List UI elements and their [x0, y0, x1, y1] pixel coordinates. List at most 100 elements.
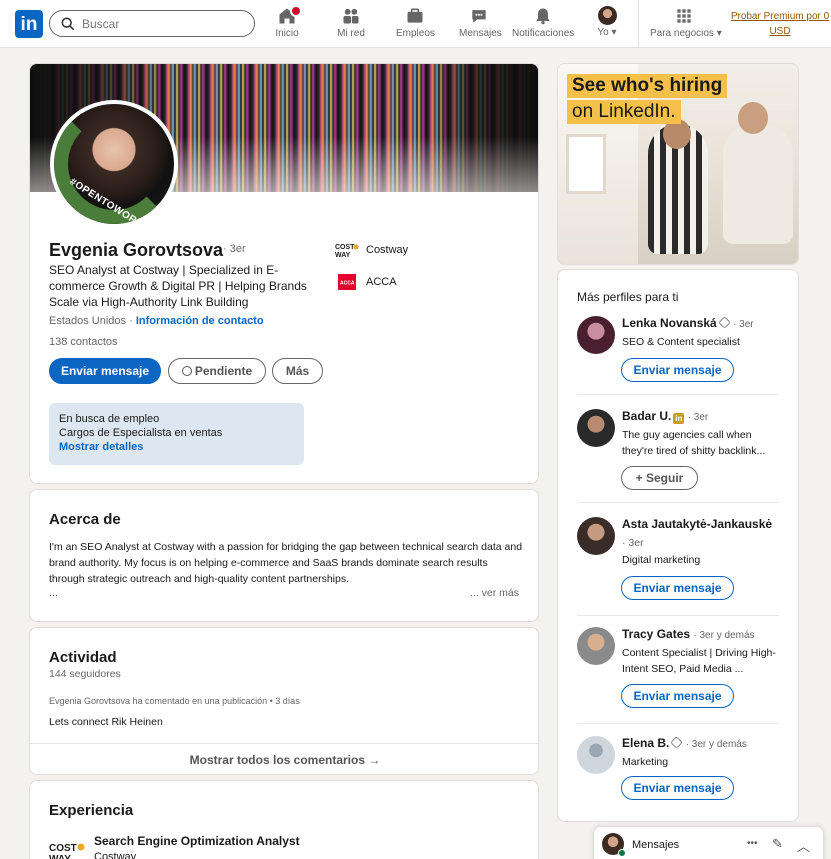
activity-meta: Evgenia Gorovtsova ha comentado en una p… — [49, 696, 300, 706]
search-input[interactable] — [82, 15, 242, 33]
experience-card: Experiencia COSTWAY Search Engine Optimi… — [29, 780, 539, 859]
about-ellipsis: ... — [49, 587, 58, 599]
profile-headline: SEO Analyst at Costway | Specialized in … — [49, 263, 307, 309]
online-status-icon — [618, 849, 626, 857]
messaging-bar[interactable]: Mensajes ••• ✎ ︿ — [593, 826, 824, 859]
svg-text:COST: COST — [49, 843, 77, 854]
bell-icon — [536, 8, 550, 25]
nav-me-label: Yo — [597, 27, 609, 38]
company-acca[interactable]: ACCA ACCA — [335, 274, 397, 290]
person-degree: · 3er — [687, 412, 709, 423]
svg-text:WAY: WAY — [49, 854, 71, 859]
person-degree: · 3er y demás — [685, 739, 747, 750]
contact-info-link[interactable]: Información de contacto — [136, 315, 264, 327]
avatar[interactable] — [577, 316, 615, 354]
connections-count[interactable]: 138 contactos — [49, 336, 118, 348]
nav-network[interactable]: Mi red — [335, 6, 367, 39]
profile-location: Estados Unidos · Información de contacto — [49, 315, 264, 327]
experience-company: Costway — [94, 851, 137, 859]
show-all-comments-button[interactable]: Mostrar todos los comentarios → — [30, 743, 538, 774]
nav-divider — [638, 0, 639, 48]
see-more-link[interactable]: ... ver más — [470, 587, 519, 599]
divider — [577, 394, 779, 395]
send-message-button[interactable]: Enviar mensaje — [621, 776, 734, 800]
nav-messaging-label: Mensajes — [459, 28, 502, 39]
person-degree: · 3er — [733, 319, 754, 330]
svg-text:ACCA: ACCA — [340, 281, 355, 287]
otw-title: En busca de empleo — [59, 413, 160, 425]
person-name: Lenka Novanská — [622, 316, 717, 330]
activity-text[interactable]: Lets connect Rik Heinen — [49, 716, 163, 728]
linkedin-logo-icon[interactable]: in — [15, 10, 43, 38]
company-acca-label: ACCA — [366, 275, 397, 288]
connection-degree: · 3er — [223, 243, 246, 255]
otw-roles: Cargos de Especialista en ventas — [59, 427, 223, 439]
profile-avatar-icon — [597, 6, 617, 25]
about-text: I'm an SEO Analyst at Costway with a pas… — [49, 541, 523, 585]
costway-logo-icon: COSTWAY — [335, 244, 359, 258]
person-name: Badar U. — [622, 409, 672, 423]
nav-for-business[interactable]: Para negocios ▾ — [650, 6, 722, 39]
chevron-down-icon: ▾ — [611, 27, 617, 38]
more-profiles-title: Más perfiles para ti — [577, 290, 679, 304]
pending-button[interactable]: Pendiente — [168, 358, 266, 384]
nav-network-label: Mi red — [337, 28, 365, 39]
briefcase-icon — [407, 8, 423, 23]
grid-icon — [677, 9, 691, 23]
person-headline: Digital marketing — [622, 554, 701, 566]
send-message-button[interactable]: Enviar mensaje — [621, 576, 734, 600]
show-details-link[interactable]: Mostrar detalles — [59, 440, 294, 454]
nav-notifications-label: Notificaciones — [512, 28, 575, 39]
profile-photo[interactable]: #OPENTOWORK — [50, 100, 178, 228]
search-icon — [61, 17, 75, 31]
person-headline: Content Specialist | Driving High-Intent… — [622, 647, 776, 675]
hiring-ad[interactable]: See who's hiring on LinkedIn. — [557, 63, 799, 265]
avatar[interactable] — [577, 736, 615, 774]
ad-headline-2: on LinkedIn. — [567, 100, 681, 124]
about-card: Acerca de I'm an SEO Analyst at Costway … — [29, 489, 539, 622]
notification-badge — [290, 5, 302, 17]
verified-icon — [717, 316, 731, 329]
costway-logo-icon[interactable]: COSTWAY — [49, 841, 87, 859]
divider — [577, 723, 779, 724]
avatar[interactable] — [577, 517, 615, 555]
company-costway[interactable]: COST WAY Costway — [335, 242, 408, 258]
about-title: Acerca de — [49, 511, 121, 528]
nav-home[interactable]: Inicio — [271, 5, 303, 39]
activity-card: Actividad 144 seguidores Evgenia Gorovts… — [29, 627, 539, 775]
avatar[interactable] — [577, 409, 615, 447]
network-icon — [343, 8, 359, 24]
person-headline: Marketing — [622, 756, 669, 768]
person-headline: The guy agencies call when they're tired… — [622, 429, 766, 457]
experience-title: Experiencia — [49, 802, 134, 819]
more-profiles-card: Más perfiles para ti Lenka Novanská · 3e… — [557, 269, 799, 822]
follow-button[interactable]: + Seguir — [621, 466, 698, 490]
profile-name: Evgenia Gorovtsova — [49, 240, 224, 260]
send-message-button[interactable]: Enviar mensaje — [621, 684, 734, 708]
nav-jobs[interactable]: Empleos — [396, 6, 435, 39]
top-nav: in Inicio Mi red Empleos Mensajes Notifi… — [0, 0, 831, 48]
nav-messaging[interactable]: Mensajes — [459, 6, 502, 39]
verified-icon — [670, 736, 684, 749]
experience-role[interactable]: Search Engine Optimization Analyst — [94, 834, 300, 848]
chevron-up-icon[interactable]: ︿ — [797, 836, 810, 855]
clock-icon — [181, 366, 192, 376]
pending-label: Pendiente — [194, 364, 253, 378]
person-name: Tracy Gates — [622, 627, 691, 641]
search-box[interactable] — [49, 10, 255, 37]
compose-icon[interactable]: ✎ — [772, 836, 783, 852]
nav-notifications[interactable]: Notificaciones — [512, 6, 574, 39]
nav-me[interactable]: Yo ▾ — [594, 6, 620, 38]
person-degree: · 3er — [622, 537, 644, 549]
send-message-button[interactable]: Enviar mensaje — [621, 358, 734, 382]
person-name[interactable]: Asta Jautakytė-Jankauskė — [622, 517, 772, 531]
messaging-label: Mensajes — [632, 839, 680, 851]
followers-count: 144 seguidores — [49, 668, 121, 680]
chat-icon — [472, 10, 486, 23]
premium-link[interactable]: Probar Premium por 0 USD — [730, 9, 830, 39]
message-button[interactable]: Enviar mensaje — [49, 358, 161, 384]
avatar[interactable] — [577, 627, 615, 665]
more-button[interactable]: Más — [272, 358, 323, 384]
more-options-icon[interactable]: ••• — [747, 838, 758, 849]
divider — [577, 615, 779, 616]
